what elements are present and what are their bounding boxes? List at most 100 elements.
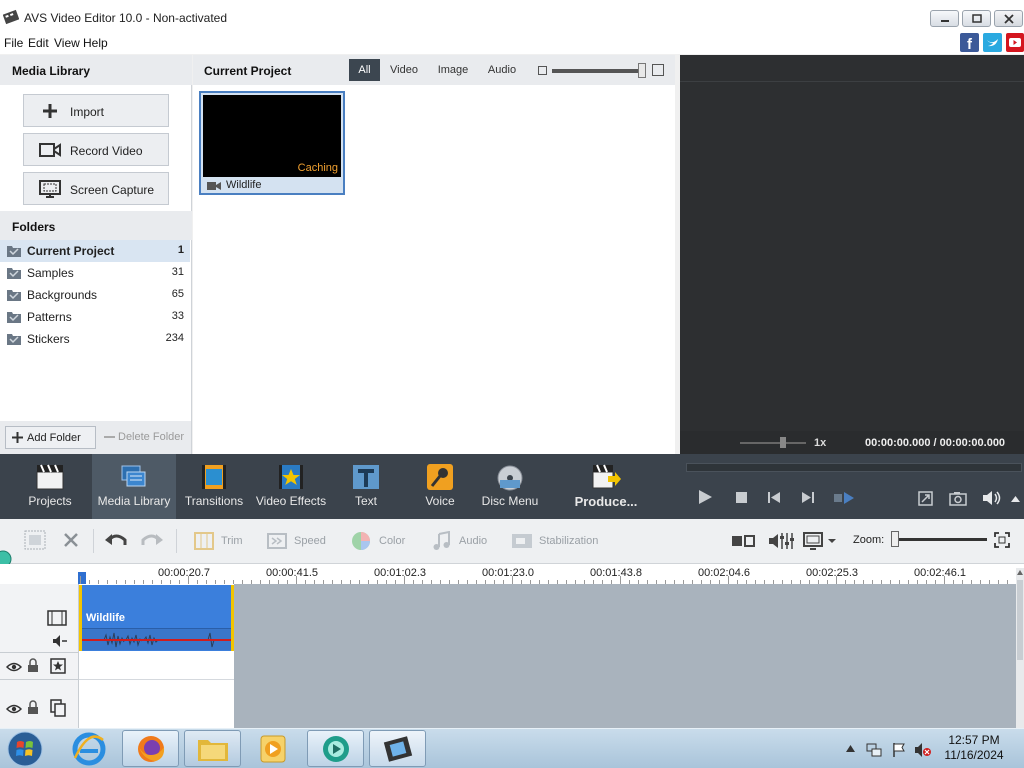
- system-clock[interactable]: 12:57 PM 11/16/2024: [933, 733, 1015, 763]
- toolbar-projects[interactable]: Projects: [10, 454, 90, 519]
- start-button-icon[interactable]: [6, 731, 44, 767]
- thumbnail-size-slider[interactable]: [552, 69, 644, 73]
- stop-icon[interactable]: [736, 492, 747, 503]
- menu-file[interactable]: File: [4, 36, 23, 50]
- color-button[interactable]: Color: [351, 531, 411, 551]
- toolbar-produce-label: Produce...: [574, 494, 638, 509]
- import-button[interactable]: Import: [23, 94, 169, 127]
- folder-patterns[interactable]: Patterns 33: [0, 306, 190, 328]
- menu-help[interactable]: Help: [83, 36, 108, 50]
- toolbar-produce[interactable]: Produce...: [568, 454, 644, 519]
- facebook-icon[interactable]: f: [960, 33, 979, 53]
- filter-audio-tab[interactable]: Audio: [483, 59, 521, 81]
- split-icon[interactable]: [834, 492, 854, 504]
- filter-image-tab[interactable]: Image: [433, 59, 473, 81]
- thumbnail-size-slider-thumb[interactable]: [638, 63, 646, 78]
- folder-count: 65: [171, 288, 184, 300]
- playback-progress-bar[interactable]: [686, 463, 1022, 472]
- maximize-button[interactable]: [962, 10, 991, 27]
- record-video-button[interactable]: Record Video: [23, 133, 169, 166]
- playback-speed-thumb[interactable]: [780, 437, 786, 448]
- youtube-icon[interactable]: [1006, 33, 1024, 52]
- volume-line[interactable]: [82, 639, 231, 641]
- star-icon: [279, 465, 303, 489]
- menu-view[interactable]: View: [54, 36, 80, 50]
- toolbar-projects-label: Projects: [28, 494, 72, 508]
- taskbar-explorer[interactable]: [184, 730, 241, 767]
- add-folder-button[interactable]: Add Folder: [5, 426, 96, 449]
- split-clip-icon[interactable]: [731, 533, 755, 549]
- avs-media-icon: [323, 736, 349, 762]
- minimize-button[interactable]: [930, 10, 959, 27]
- toolbar-disc-menu[interactable]: Disc Menu: [480, 454, 540, 519]
- scroll-thumb[interactable]: [1017, 580, 1023, 660]
- toolbar-media-library[interactable]: Media Library: [92, 454, 176, 519]
- volume-muted-icon[interactable]: [914, 742, 932, 758]
- filter-video-tab[interactable]: Video: [385, 59, 423, 81]
- toolbar-text[interactable]: Text: [338, 454, 394, 519]
- audio-button[interactable]: Audio: [431, 531, 491, 551]
- track-header-column: [0, 584, 79, 728]
- timeline-tracks[interactable]: Wildlife: [0, 584, 1024, 728]
- close-button[interactable]: [994, 10, 1023, 27]
- lock-icon[interactable]: [27, 658, 39, 673]
- show-hidden-icons-icon[interactable]: [846, 745, 855, 752]
- eye-icon[interactable]: [6, 661, 22, 673]
- delete-folder-label: Delete Folder: [118, 431, 185, 443]
- trim-button[interactable]: Trim: [193, 531, 253, 551]
- taskbar-firefox[interactable]: [122, 730, 179, 767]
- display-mode-icon[interactable]: [803, 531, 837, 551]
- scroll-up-icon[interactable]: [1017, 570, 1023, 575]
- redo-icon[interactable]: [140, 531, 164, 549]
- snapshot-icon[interactable]: [949, 491, 967, 506]
- ruler-label: 00:01:23.0: [482, 567, 534, 579]
- undo-icon[interactable]: [104, 531, 128, 549]
- media-clip-thumbnail[interactable]: Caching Wildlife: [199, 91, 345, 195]
- toolbar-video-effects[interactable]: Video Effects: [252, 454, 330, 519]
- timeline-video-clip[interactable]: Wildlife: [79, 585, 234, 651]
- speed-button[interactable]: Speed: [266, 531, 336, 551]
- menu-edit[interactable]: Edit: [28, 36, 49, 50]
- timeline-ruler[interactable]: 00:00:20.7 00:00:41.5 00:01:02.3 00:01:2…: [0, 564, 1024, 584]
- taskbar-avs-editor[interactable]: [307, 730, 364, 767]
- folder-stickers[interactable]: Stickers 234: [0, 328, 190, 350]
- filter-all-tab[interactable]: All: [349, 59, 380, 81]
- toolbar-voice[interactable]: Voice: [412, 454, 468, 519]
- timeline-vertical-scrollbar[interactable]: [1016, 568, 1024, 728]
- ruler-label: 00:02:25.3: [806, 567, 858, 579]
- fit-timeline-icon[interactable]: [994, 532, 1010, 548]
- main-toolbar: Projects Media Library Transitions Video…: [0, 454, 1024, 519]
- toolbar-video-effects-label: Video Effects: [255, 494, 327, 508]
- fullscreen-icon[interactable]: [918, 491, 933, 506]
- delete-folder-button[interactable]: Delete Folder: [100, 426, 187, 449]
- volume-dropdown-icon[interactable]: [1011, 496, 1020, 502]
- playback-speed-slider[interactable]: [740, 442, 806, 444]
- storyboard-icon[interactable]: [24, 530, 46, 550]
- zoom-slider-thumb[interactable]: [891, 531, 899, 547]
- zoom-slider[interactable]: [895, 538, 987, 541]
- taskbar-video-editor[interactable]: [369, 730, 426, 767]
- play-icon[interactable]: [697, 489, 713, 505]
- audio-mixer-icon[interactable]: [768, 531, 794, 551]
- stabilization-button[interactable]: Stabilization: [511, 531, 606, 551]
- volume-icon[interactable]: [982, 490, 1002, 506]
- ruler-tick: [512, 576, 513, 584]
- lock-icon[interactable]: [27, 700, 39, 715]
- previous-frame-icon[interactable]: [768, 492, 781, 503]
- audio-mute-icon[interactable]: [52, 634, 68, 648]
- eye-icon[interactable]: [6, 703, 22, 715]
- toolbar-transitions[interactable]: Transitions: [180, 454, 248, 519]
- folder-backgrounds[interactable]: Backgrounds 65: [0, 284, 190, 306]
- folder-samples[interactable]: Samples 31: [0, 262, 190, 284]
- twitter-icon[interactable]: [983, 33, 1002, 52]
- action-center-flag-icon[interactable]: [891, 742, 907, 758]
- delete-icon[interactable]: [62, 531, 80, 549]
- screen-capture-button[interactable]: Screen Capture: [23, 172, 169, 205]
- next-frame-icon[interactable]: [801, 492, 814, 503]
- media-library-panel: Media Library Import Record Video Screen…: [0, 55, 192, 454]
- media-player-icon[interactable]: [258, 733, 288, 765]
- folder-current-project[interactable]: Current Project 1: [0, 240, 190, 262]
- network-icon[interactable]: [866, 742, 882, 758]
- ruler-label: 00:01:43.8: [590, 567, 642, 579]
- internet-explorer-icon[interactable]: [72, 732, 106, 766]
